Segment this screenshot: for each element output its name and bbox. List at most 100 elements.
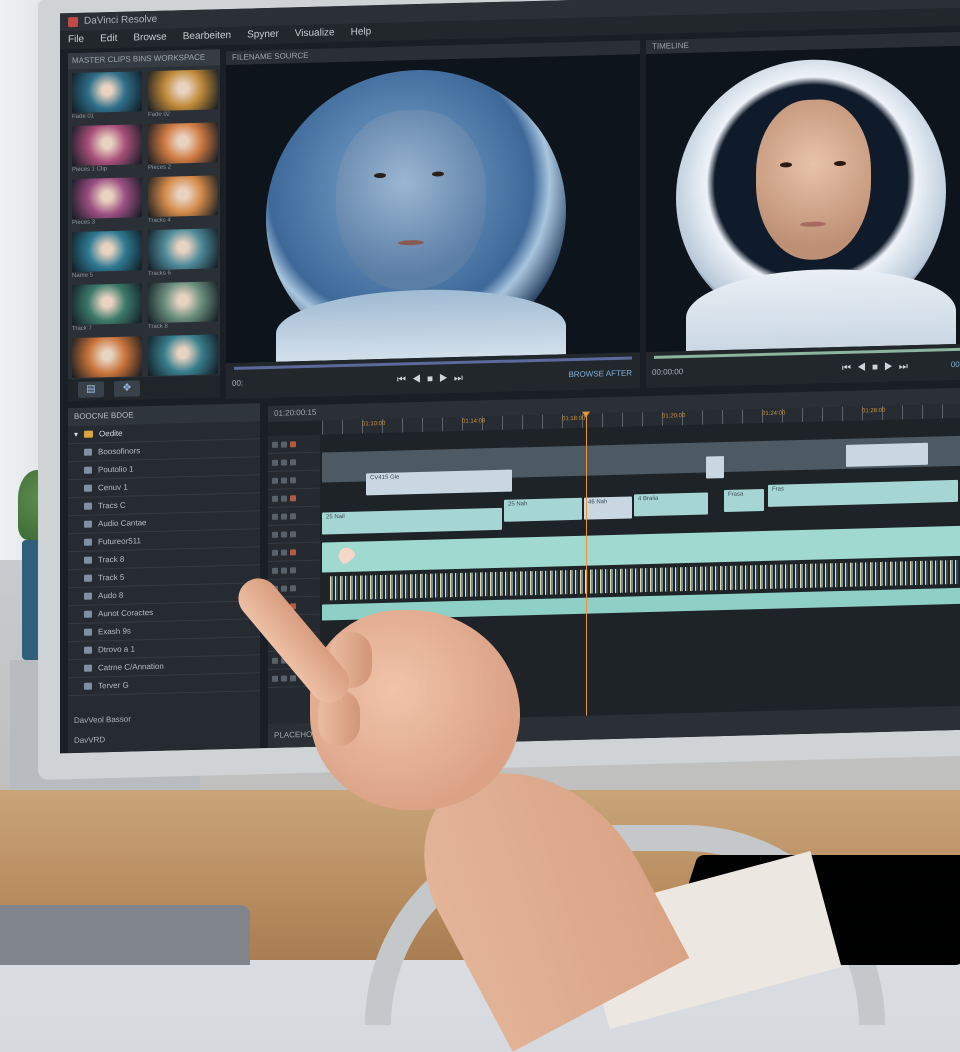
track-toggle-icon[interactable] xyxy=(290,494,296,501)
track-header[interactable] xyxy=(268,434,320,454)
clip-v1[interactable]: 4 Bralia xyxy=(634,492,708,517)
media-thumb[interactable]: Track 7 xyxy=(72,283,142,334)
clip-v1[interactable]: 25 Nail xyxy=(322,507,502,535)
clip-v1[interactable]: 46 Nah xyxy=(584,496,632,520)
thumb-image xyxy=(72,124,142,167)
clip-v1[interactable]: Frasa xyxy=(724,488,764,513)
list-view-icon[interactable]: ▤ xyxy=(78,381,104,398)
media-thumb[interactable]: Pieces 2 xyxy=(148,122,218,173)
timeline-viewer: TIMELINE 00:00:00 ⏮◀■▶⏭ 00:00:12 xyxy=(646,31,960,389)
track-header[interactable] xyxy=(268,560,320,580)
track-toggle-icon[interactable] xyxy=(281,584,287,592)
media-thumb[interactable]: Fade 01 xyxy=(72,71,142,122)
bin-icon xyxy=(84,610,92,618)
thumb-image xyxy=(148,334,218,377)
bin-item-label: Exash 9s xyxy=(98,626,131,637)
bin-icon xyxy=(84,538,92,546)
bin-item-label: Boosofinors xyxy=(98,446,141,457)
track-toggle-icon[interactable] xyxy=(281,548,287,556)
clip-v1[interactable]: 25 Nah xyxy=(504,497,582,522)
track-toggle-icon[interactable] xyxy=(281,494,287,502)
track-toggle-icon[interactable] xyxy=(281,476,287,484)
bin-item[interactable]: Terver G xyxy=(68,673,260,697)
track-toggle-icon[interactable] xyxy=(272,459,278,466)
track-toggle-icon[interactable] xyxy=(272,513,278,520)
media-thumb[interactable]: Tracks 4 xyxy=(148,175,218,226)
thumb-label: Tracks 6 xyxy=(148,270,171,278)
bin-root-label: Oedite xyxy=(99,428,123,439)
media-thumb[interactable]: Pieces 3 xyxy=(72,177,142,228)
thumb-label: Track 8 xyxy=(148,323,168,331)
track-header[interactable] xyxy=(268,488,320,508)
clip-v2-small[interactable] xyxy=(706,456,724,479)
thumb-label: Name 5 xyxy=(72,272,94,280)
track-toggle-icon[interactable] xyxy=(281,530,287,538)
track-toggle-icon[interactable] xyxy=(272,675,278,682)
thumb-image xyxy=(148,122,218,165)
menu-visualize[interactable]: Visualize xyxy=(295,24,335,43)
track-toggle-icon[interactable] xyxy=(281,674,287,682)
astronaut-face xyxy=(336,108,486,293)
track-toggle-icon[interactable] xyxy=(272,531,278,538)
track-toggle-icon[interactable] xyxy=(281,440,287,448)
track-toggle-icon[interactable] xyxy=(290,566,296,573)
track-toggle-icon[interactable] xyxy=(281,512,287,520)
program-transport[interactable]: ⏮◀■▶⏭ xyxy=(646,359,960,379)
media-pool-grid: Fade 01 Fade 02 Pieces 1 Clip Pieces 2 Piece… xyxy=(68,65,220,391)
track-header[interactable] xyxy=(268,524,320,544)
bin-item-label: Track 5 xyxy=(98,572,125,583)
ruler-label: 01:14:08 xyxy=(462,418,486,425)
bin-list: Boosofinors Poutolio 1 Cenuv 1 Tracs C Audio… xyxy=(68,439,260,697)
track-toggle-icon[interactable] xyxy=(272,549,278,556)
bins-footer-1: DavVeol Bassor xyxy=(74,714,131,726)
track-toggle-icon[interactable] xyxy=(290,548,296,555)
track-header[interactable] xyxy=(268,542,320,562)
track-toggle-icon[interactable] xyxy=(281,458,287,466)
clip-v1[interactable]: Fras xyxy=(768,479,958,507)
track-toggle-icon[interactable] xyxy=(272,477,278,484)
track-toggle-icon[interactable] xyxy=(272,441,278,448)
track-toggle-icon[interactable] xyxy=(272,567,278,574)
track-header[interactable] xyxy=(268,452,320,472)
thumb-label: Pieces 2 xyxy=(148,164,172,172)
playhead[interactable] xyxy=(586,413,587,716)
thumb-image xyxy=(148,281,218,324)
track-toggle-icon[interactable] xyxy=(290,674,296,681)
track-toggle-icon[interactable] xyxy=(272,495,278,502)
media-thumb[interactable]: Tracks 6 xyxy=(148,228,218,279)
media-pool-footer: ▤ ✥ xyxy=(68,375,220,402)
source-frame[interactable] xyxy=(226,54,640,364)
track-toggle-icon[interactable] xyxy=(290,530,296,537)
ruler-label: 01:10:00 xyxy=(362,420,386,428)
media-thumb[interactable]: Track 8 xyxy=(148,281,218,332)
track-toggle-icon[interactable] xyxy=(290,458,296,465)
menu-spyner[interactable]: Spyner xyxy=(247,26,279,45)
media-thumb[interactable]: Pieces 1 Clip xyxy=(72,124,142,175)
clip-v2[interactable]: CV415 Gle xyxy=(366,469,512,496)
track-toggle-icon[interactable] xyxy=(290,440,296,447)
track-toggle-icon[interactable] xyxy=(281,566,287,574)
menu-help[interactable]: Help xyxy=(351,23,372,42)
media-thumb[interactable]: Fade 02 xyxy=(148,69,218,120)
track-toggle-icon[interactable] xyxy=(290,476,296,483)
ruler-label: 01:24:00 xyxy=(762,410,786,418)
menu-edit[interactable]: Edit xyxy=(100,30,117,48)
bin-item-label: Audio Cantae xyxy=(98,518,147,529)
thumb-label: Pieces 1 Clip xyxy=(72,166,108,174)
ruler-label: 01:28:00 xyxy=(862,407,886,415)
move-icon[interactable]: ✥ xyxy=(114,380,140,398)
media-thumb[interactable]: Name 5 xyxy=(72,230,142,281)
track-header[interactable] xyxy=(268,506,320,526)
menu-file[interactable]: File xyxy=(68,31,84,49)
track-header[interactable] xyxy=(268,470,320,490)
menu-browse[interactable]: Browse xyxy=(133,29,166,48)
folder-icon xyxy=(84,430,94,438)
track-toggle-icon[interactable] xyxy=(290,512,296,519)
clip-v2-right[interactable] xyxy=(846,442,928,467)
track-toggle-icon[interactable] xyxy=(272,657,278,664)
menu-bearbeiten[interactable]: Bearbeiten xyxy=(183,27,231,46)
bin-icon xyxy=(84,448,92,456)
expand-icon: ▾ xyxy=(74,429,79,440)
program-frame[interactable] xyxy=(646,45,960,353)
track-toggle-icon[interactable] xyxy=(290,584,296,591)
